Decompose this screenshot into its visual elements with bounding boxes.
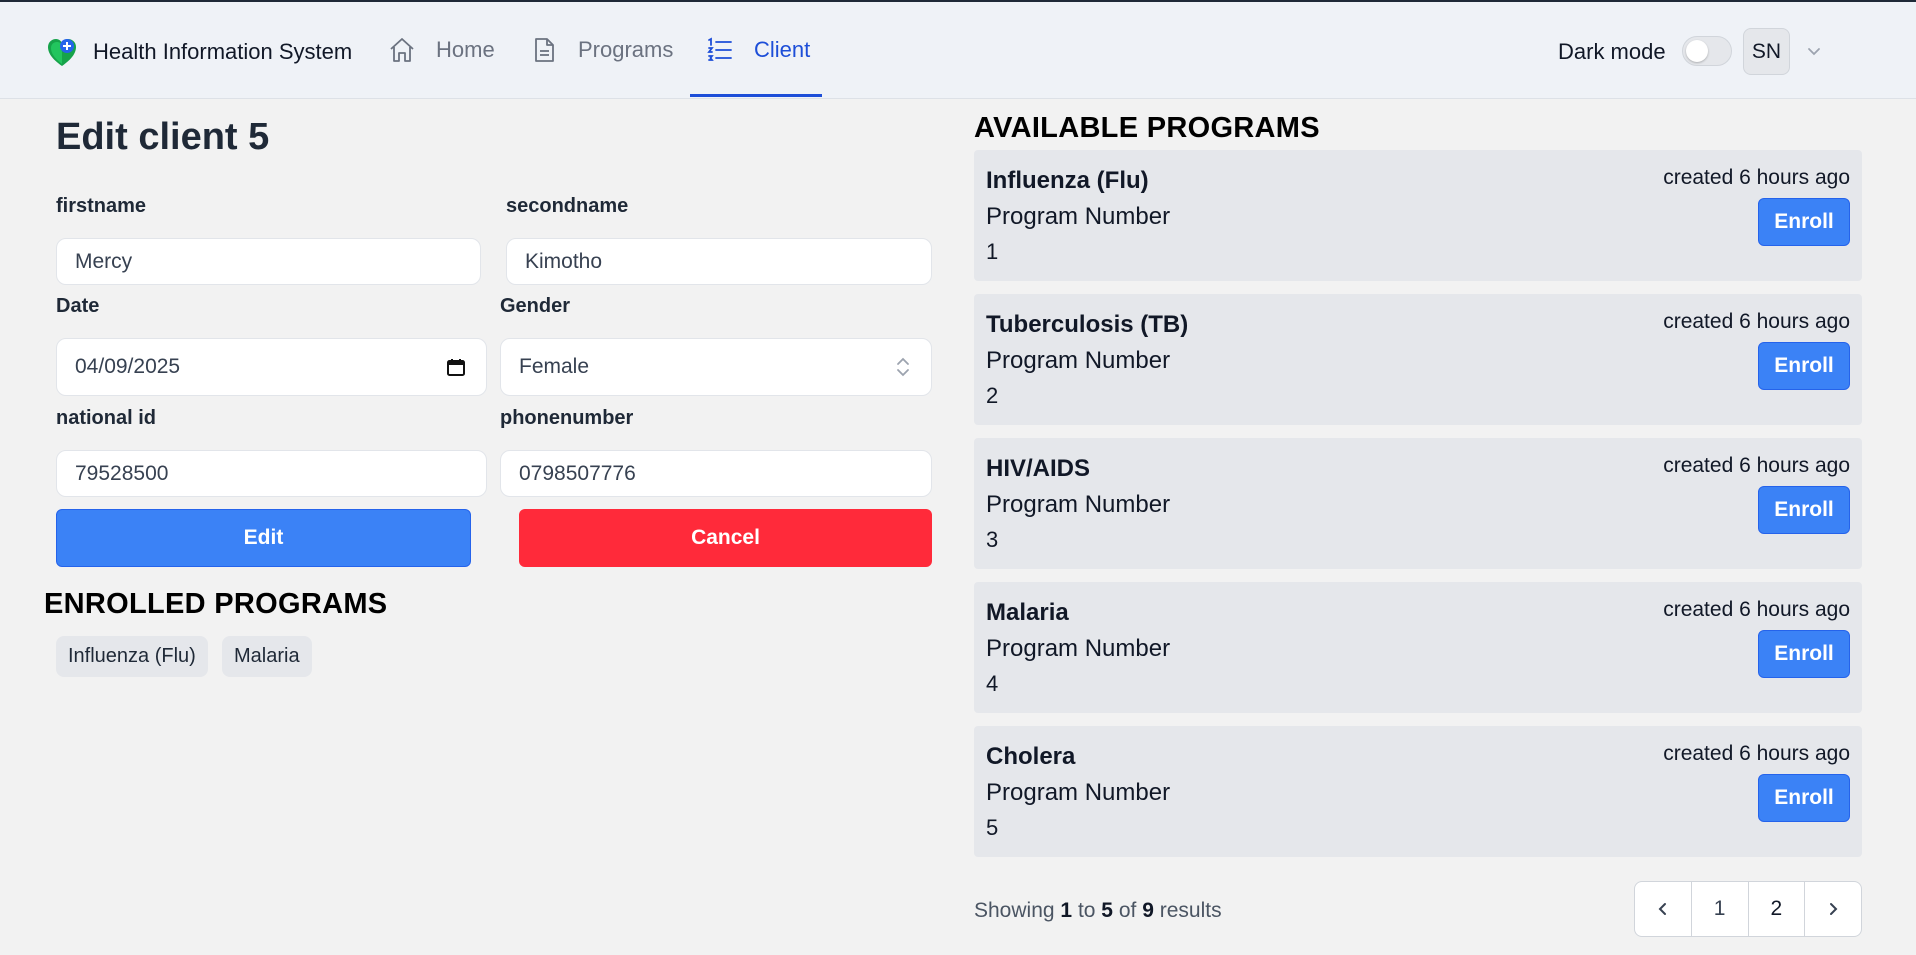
chevron-left-icon (1658, 903, 1666, 915)
gender-label: Gender (500, 295, 571, 317)
program-number: 4 (986, 671, 999, 696)
program-created: created 6 hours ago (1663, 310, 1850, 333)
national-id-input[interactable]: 79528500 (56, 450, 487, 497)
results-word: results (1159, 899, 1222, 922)
date-input[interactable]: 04/09/2025 (56, 338, 487, 396)
cancel-button[interactable]: Cancel (519, 509, 932, 567)
firstname-input[interactable]: Mercy (56, 238, 481, 285)
home-icon (390, 37, 414, 62)
date-value: 04/09/2025 (75, 355, 181, 378)
program-card: HIV/AIDS Program Number 3 created 6 hour… (974, 438, 1862, 569)
secondname-value: Kimotho (525, 249, 603, 273)
brand[interactable]: Health Information System (45, 32, 352, 72)
next-page-button[interactable] (1805, 882, 1861, 936)
enroll-button[interactable]: Enroll (1758, 630, 1850, 678)
results-to: 5 (1101, 899, 1113, 922)
results-total: 9 (1142, 899, 1154, 922)
page-title: Edit client 5 (56, 116, 270, 158)
secondname-label: secondname (506, 195, 629, 217)
enroll-button[interactable]: Enroll (1758, 342, 1850, 390)
top-navbar: Health Information System Home Programs … (0, 2, 1916, 99)
nav-client[interactable]: Client (690, 2, 822, 97)
program-number: 3 (986, 527, 999, 552)
pagination: 1 2 (1634, 881, 1862, 937)
nav-client-label: Client (754, 36, 811, 62)
dark-mode-toggle[interactable] (1682, 36, 1732, 66)
nav-programs[interactable]: Programs (530, 2, 673, 97)
program-created: created 6 hours ago (1663, 598, 1850, 621)
program-name: Tuberculosis (TB) (986, 311, 1189, 338)
enrolled-programs-heading: ENROLLED PROGRAMS (44, 588, 388, 620)
program-number-label: Program Number (986, 491, 1171, 518)
prev-page-button[interactable] (1635, 882, 1692, 936)
avatar[interactable]: SN (1743, 28, 1790, 75)
results-from: 1 (1060, 899, 1073, 922)
program-created: created 6 hours ago (1663, 742, 1850, 765)
firstname-value: Mercy (75, 249, 133, 273)
nav-home[interactable]: Home (388, 2, 495, 97)
list-icon (707, 37, 732, 61)
phonenumber-value: 0798507776 (519, 461, 636, 485)
program-card: Cholera Program Number 5 created 6 hours… (974, 726, 1862, 857)
gender-value: Female (519, 355, 590, 378)
program-number: 1 (986, 239, 999, 264)
dark-mode-label: Dark mode (1558, 39, 1666, 64)
chevron-right-icon (1830, 903, 1838, 915)
enroll-button[interactable]: Enroll (1758, 198, 1850, 246)
enroll-button[interactable]: Enroll (1758, 486, 1850, 534)
national-id-label: national id (56, 407, 156, 429)
phonenumber-label: phonenumber (500, 407, 634, 429)
program-name: HIV/AIDS (986, 455, 1091, 482)
app-title: Health Information System (93, 39, 353, 64)
program-card: Malaria Program Number 4 created 6 hours… (974, 582, 1862, 713)
secondname-input[interactable]: Kimotho (506, 238, 932, 285)
calendar-icon[interactable] (446, 357, 466, 377)
chevron-down-icon[interactable] (1803, 40, 1825, 62)
program-card: Influenza (Flu) Program Number 1 created… (974, 150, 1862, 281)
program-name: Malaria (986, 599, 1069, 626)
edit-button[interactable]: Edit (56, 509, 471, 567)
showing-prefix: Showing (974, 899, 1055, 922)
nav-programs-label: Programs (578, 36, 674, 62)
avatar-initials: SN (1751, 39, 1782, 63)
results-summary: Showing 1 to 5 of 9 results (974, 899, 1222, 923)
program-number: 2 (986, 383, 999, 408)
enroll-button[interactable]: Enroll (1758, 774, 1850, 822)
page-1-button[interactable]: 1 (1692, 882, 1749, 936)
program-number: 5 (986, 815, 999, 840)
available-programs-heading: AVAILABLE PROGRAMS (974, 112, 1320, 144)
program-created: created 6 hours ago (1663, 166, 1850, 189)
health-logo-icon (48, 39, 76, 66)
phonenumber-input[interactable]: 0798507776 (500, 450, 932, 497)
enrolled-program-tag: Malaria (222, 636, 312, 677)
page-2-button[interactable]: 2 (1749, 882, 1806, 936)
gender-select[interactable]: Female (500, 338, 932, 396)
enrolled-program-tag: Influenza (Flu) (56, 636, 208, 677)
document-icon (535, 37, 554, 62)
select-arrows-icon (897, 357, 909, 377)
program-name: Influenza (Flu) (986, 167, 1149, 194)
program-created: created 6 hours ago (1663, 454, 1850, 477)
program-number-label: Program Number (986, 203, 1171, 230)
toggle-knob (1686, 40, 1708, 62)
program-number-label: Program Number (986, 779, 1171, 806)
of-word: of (1118, 899, 1137, 922)
national-id-value: 79528500 (75, 461, 169, 485)
to-word: to (1077, 899, 1096, 922)
firstname-label: firstname (56, 195, 147, 217)
program-name: Cholera (986, 743, 1076, 770)
nav-home-label: Home (436, 36, 495, 62)
program-number-label: Program Number (986, 347, 1171, 374)
date-label: Date (56, 295, 100, 317)
program-number-label: Program Number (986, 635, 1171, 662)
program-card: Tuberculosis (TB) Program Number 2 creat… (974, 294, 1862, 425)
